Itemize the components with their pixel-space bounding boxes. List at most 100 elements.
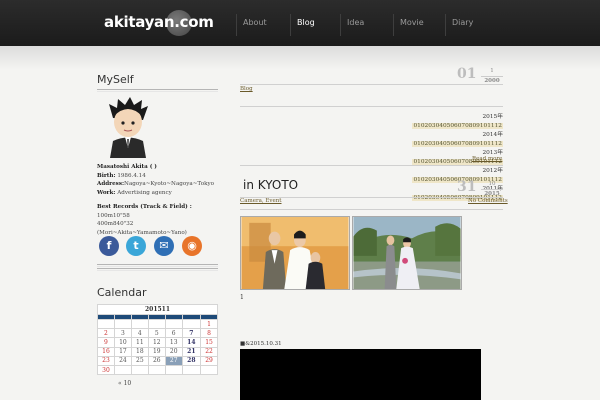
calendar-week: 16 17 18 19 20 21 22 bbox=[97, 346, 218, 357]
calendar-week: 1 bbox=[97, 318, 218, 330]
calendar-day[interactable]: 30 bbox=[97, 364, 115, 376]
calendar: 201511 1 2 3 4 5 6 7 8 9 10 11 12 13 14 15 16 17 18 19 20 21… bbox=[97, 304, 218, 376]
calendar-day[interactable]: 8 bbox=[200, 328, 218, 339]
calendar-week: 30 bbox=[97, 364, 218, 376]
calendar-day[interactable]: 15 bbox=[200, 337, 218, 348]
archive-year: 2012年 bbox=[482, 168, 503, 174]
records-title: Best Records (Track & Field) : bbox=[97, 204, 192, 210]
divider bbox=[97, 268, 218, 271]
calendar-day bbox=[164, 364, 183, 376]
wedding-photo-1[interactable] bbox=[240, 216, 350, 290]
calendar-day[interactable]: 25 bbox=[130, 355, 149, 366]
calendar-day bbox=[113, 364, 132, 376]
calendar-day bbox=[181, 364, 202, 376]
calendar-day[interactable]: 11 bbox=[130, 337, 149, 348]
calendar-day[interactable]: 19 bbox=[147, 346, 166, 357]
calendar-day[interactable]: 17 bbox=[113, 346, 132, 357]
post1-day: 01 bbox=[457, 66, 477, 82]
calendar-days: 1 2 3 4 5 6 7 8 9 10 11 12 13 14 15 16 17 18 19 20 21 22 23 24 2… bbox=[97, 318, 218, 376]
divider bbox=[240, 165, 503, 166]
logo-text: akitayan.com bbox=[104, 13, 214, 31]
calendar-day[interactable]: 24 bbox=[113, 355, 132, 366]
site-header: akitayan.com About Blog Idea Movie Diary bbox=[0, 0, 600, 46]
calendar-caption: 201511 bbox=[97, 304, 218, 315]
nav-idea[interactable]: Idea bbox=[340, 14, 392, 36]
calendar-day[interactable]: 20 bbox=[164, 346, 183, 357]
calendar-day[interactable]: 7 bbox=[181, 328, 202, 339]
post2-month: 10 bbox=[488, 181, 496, 187]
calendar-day[interactable]: 13 bbox=[164, 337, 183, 348]
nav-about[interactable]: About bbox=[236, 14, 288, 36]
record-400m: 400m840"32 bbox=[97, 221, 134, 227]
calendar-day[interactable]: 14 bbox=[181, 337, 202, 348]
post2-categories-link[interactable]: Camera, Event bbox=[240, 198, 282, 204]
calendar-day bbox=[164, 318, 183, 330]
post2-day: 31 bbox=[457, 179, 477, 195]
video-embed[interactable] bbox=[240, 349, 481, 400]
calendar-day bbox=[147, 364, 166, 376]
mail-icon[interactable]: ✉ bbox=[154, 236, 174, 256]
rss-icon[interactable]: ◉ bbox=[182, 236, 202, 256]
calendar-day bbox=[181, 318, 202, 330]
nav-diary[interactable]: Diary bbox=[445, 14, 497, 36]
work-value: Advertising agency bbox=[117, 189, 172, 196]
birth-label: Birth: bbox=[97, 172, 116, 179]
wedding-photo-2[interactable] bbox=[352, 216, 462, 290]
post2-date-line: ■&2015.10.31 bbox=[240, 341, 282, 347]
calendar-day[interactable]: 21 bbox=[181, 346, 202, 357]
calendar-day bbox=[147, 318, 166, 330]
calendar-day[interactable]: 9 bbox=[97, 337, 115, 348]
calendar-day[interactable]: 26 bbox=[147, 355, 166, 366]
calendar-day bbox=[97, 318, 115, 330]
birth-value: 1986.4.14 bbox=[117, 172, 146, 179]
divider bbox=[97, 264, 218, 267]
calendar-day[interactable]: 28 bbox=[181, 355, 202, 366]
post2-comments-link[interactable]: No Comments bbox=[468, 198, 508, 204]
nav-movie[interactable]: Movie bbox=[393, 14, 445, 36]
archive-months[interactable]: 010203040506070809101112 bbox=[412, 123, 503, 129]
record-100m: 100m10"58 bbox=[97, 212, 130, 219]
profile-name: Masatoshi Akita ( ) bbox=[97, 164, 157, 170]
calendar-day[interactable]: 12 bbox=[147, 337, 166, 348]
profile-info: Masatoshi Akita ( ) Birth: 1986.4.14 Add… bbox=[97, 163, 222, 237]
calendar-day bbox=[130, 318, 149, 330]
divider bbox=[240, 209, 503, 210]
calendar-day[interactable]: 27 bbox=[164, 355, 183, 366]
calendar-day[interactable]: 2 bbox=[97, 328, 115, 339]
calendar-day bbox=[130, 364, 149, 376]
calendar-prev-link[interactable]: « 10 bbox=[118, 380, 131, 387]
calendar-week: 23 24 25 26 27 28 29 bbox=[97, 355, 218, 366]
read-more-link[interactable]: Read more bbox=[472, 156, 502, 162]
calendar-day[interactable]: 23 bbox=[97, 355, 115, 366]
header-shadow bbox=[0, 46, 600, 70]
facebook-icon[interactable]: f bbox=[99, 236, 119, 256]
calendar-day[interactable]: 1 bbox=[200, 318, 218, 330]
address-label: Address: bbox=[97, 181, 125, 187]
twitter-icon[interactable]: t bbox=[126, 236, 146, 256]
pagination-current[interactable]: 1 bbox=[240, 294, 244, 301]
nav-blog[interactable]: Blog bbox=[290, 14, 342, 36]
calendar-day bbox=[113, 318, 132, 330]
calendar-day[interactable]: 5 bbox=[147, 328, 166, 339]
avatar bbox=[109, 97, 148, 158]
calendar-title: Calendar bbox=[97, 286, 147, 299]
archive-months[interactable]: 010203040506070809101112 bbox=[412, 141, 503, 147]
archive-year: 2015年 bbox=[482, 114, 503, 120]
calendar-day[interactable]: 3 bbox=[113, 328, 132, 339]
calendar-day[interactable]: 18 bbox=[130, 346, 149, 357]
divider bbox=[240, 84, 503, 85]
calendar-day[interactable]: 10 bbox=[113, 337, 132, 348]
divider bbox=[240, 106, 503, 107]
calendar-day[interactable]: 16 bbox=[97, 346, 115, 357]
calendar-day[interactable]: 6 bbox=[164, 328, 183, 339]
divider bbox=[97, 89, 218, 92]
calendar-day[interactable]: 29 bbox=[200, 355, 218, 366]
post2-title[interactable]: in KYOTO bbox=[243, 178, 298, 192]
calendar-day[interactable]: 4 bbox=[130, 328, 149, 339]
post1-category-link[interactable]: Blog bbox=[240, 86, 253, 92]
calendar-week: 9 10 11 12 13 14 15 bbox=[97, 337, 218, 348]
calendar-day[interactable]: 22 bbox=[200, 346, 218, 357]
myself-title: MySelf bbox=[97, 73, 134, 86]
post1-month: 1 bbox=[490, 68, 494, 74]
calendar-week: 2345678 bbox=[97, 328, 218, 339]
